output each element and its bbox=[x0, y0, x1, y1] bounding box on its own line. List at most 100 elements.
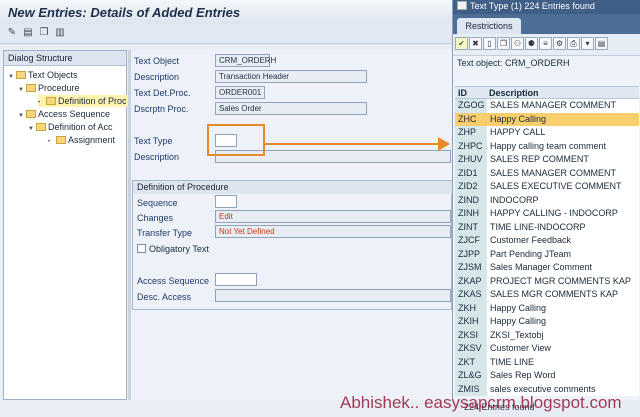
entries-list: ZGOG SALES MANAGER COMMENT ZHC Happy Callin… bbox=[455, 99, 639, 396]
folder-icon bbox=[46, 97, 56, 105]
list-item[interactable]: ZHC Happy Calling bbox=[455, 112, 639, 126]
entry-description: Sales Manager Comment bbox=[487, 261, 639, 275]
procedure-group-title: Definition of Procedure bbox=[133, 181, 453, 194]
list-item[interactable]: ZIND INDOCORP bbox=[455, 193, 639, 207]
tree-item-definition-of-acc[interactable]: ▼ Definition of Acc bbox=[28, 121, 113, 133]
tree-item-procedure[interactable]: ▼ Procedure bbox=[18, 82, 80, 94]
dialog-structure-tree: Dialog Structure ▼ Text Objects ▼ Procedur… bbox=[3, 50, 127, 400]
list-item[interactable]: ZL&G Sales Rep Word bbox=[455, 369, 639, 383]
obligatory-checkbox[interactable] bbox=[137, 244, 146, 253]
list-item[interactable]: ZJSM Sales Manager Comment bbox=[455, 261, 639, 275]
print-icon[interactable]: ⎙ bbox=[567, 37, 580, 50]
popup-title-bar: Text Type (1) 224 Entries found bbox=[453, 0, 640, 14]
list-item[interactable]: ZHPC Happy calling team comment bbox=[455, 139, 639, 153]
entry-id: ZKT bbox=[455, 355, 487, 369]
check-icon[interactable]: ✔ bbox=[455, 37, 468, 50]
entry-description: TIME LINE-INDOCORP bbox=[487, 220, 639, 234]
dscrptn-proc-label: Dscrptn Proc. bbox=[134, 104, 189, 114]
list-item[interactable]: ZID2 SALES EXECUTIVE COMMENT bbox=[455, 180, 639, 194]
entry-id: ZGOG bbox=[455, 99, 487, 113]
settings-icon[interactable]: ⚙ bbox=[553, 37, 566, 50]
transfer-type-label: Transfer Type bbox=[137, 228, 193, 238]
text-det-proc-label: Text Det.Proc. bbox=[134, 88, 191, 98]
main-toolbar: ✎ ▤ ❐ ▥ bbox=[0, 24, 452, 44]
entry-id: ZJSM bbox=[455, 261, 487, 275]
entry-description: SALES REP COMMENT bbox=[487, 153, 639, 167]
text-object-field: CRM_ORDERH bbox=[215, 54, 276, 67]
value-help-popup: Text Type (1) 224 Entries found Restrict… bbox=[452, 0, 640, 417]
entry-description: Happy calling team comment bbox=[487, 139, 639, 153]
entry-id: ZHC bbox=[455, 112, 487, 126]
changes-label: Changes bbox=[137, 213, 174, 223]
tree-item-assignment[interactable]: • Assignment bbox=[48, 134, 115, 146]
entry-description: Happy Calling bbox=[487, 112, 639, 126]
folder-icon bbox=[26, 110, 36, 118]
entry-id: ZJCF bbox=[455, 234, 487, 248]
list-item[interactable]: ZKIH Happy Calling bbox=[455, 315, 639, 329]
expand-icon[interactable]: ▼ bbox=[18, 84, 26, 96]
list-item[interactable]: ZKAS SALES MGR COMMENTS KAP bbox=[455, 288, 639, 302]
desc-access-field bbox=[215, 289, 451, 302]
changes-field[interactable]: Edit bbox=[215, 210, 451, 223]
entry-id: ZKH bbox=[455, 301, 487, 315]
copy-icon[interactable]: ❐ bbox=[497, 37, 510, 50]
entry-description: SALES EXECUTIVE COMMENT bbox=[487, 180, 639, 194]
list-item[interactable]: ZINH HAPPY CALLING - INDOCORP bbox=[455, 207, 639, 221]
list-header: ID Description bbox=[455, 86, 639, 99]
tree-item-definition-of-proc[interactable]: • Definition of Proc bbox=[38, 95, 127, 107]
sort-icon[interactable]: ≡ bbox=[539, 37, 552, 50]
save-icon[interactable]: ▤ bbox=[22, 27, 34, 39]
list-item[interactable]: ZHUV SALES REP COMMENT bbox=[455, 153, 639, 167]
tree-item-text-objects[interactable]: ▼ Text Objects bbox=[8, 69, 78, 81]
entry-id: ZHUV bbox=[455, 153, 487, 167]
document-icon[interactable]: ▯ bbox=[483, 37, 496, 50]
entry-id: ZKSI bbox=[455, 328, 487, 342]
list-item[interactable]: ZHP HAPPY CALL bbox=[455, 126, 639, 140]
export-icon[interactable]: ▤ bbox=[595, 37, 608, 50]
list-item[interactable]: ZKT TIME LINE bbox=[455, 355, 639, 369]
entry-description: ZKSI_Textobj bbox=[487, 328, 639, 342]
col-id-header[interactable]: ID bbox=[458, 88, 467, 98]
expand-icon[interactable]: ▼ bbox=[18, 110, 26, 122]
copy-icon[interactable]: ❐ bbox=[38, 27, 50, 39]
tree-item-access-sequence[interactable]: ▼ Access Sequence bbox=[18, 108, 110, 120]
entry-description: TIME LINE bbox=[487, 355, 639, 369]
entry-id: ZKAP bbox=[455, 274, 487, 288]
entry-id: ZINH bbox=[455, 207, 487, 221]
expand-icon[interactable]: ▼ bbox=[28, 123, 36, 135]
list-item[interactable]: ZID1 SALES MANAGER COMMENT bbox=[455, 166, 639, 180]
window-icon bbox=[457, 1, 467, 10]
sequence-input[interactable] bbox=[215, 195, 237, 208]
filter-icon[interactable]: ▾ bbox=[581, 37, 594, 50]
list-item[interactable]: ZKSI ZKSI_Textobj bbox=[455, 328, 639, 342]
col-description-header[interactable]: Description bbox=[489, 88, 539, 98]
tree-item-label: Procedure bbox=[38, 83, 80, 93]
find-next-icon[interactable]: ⚈ bbox=[525, 37, 538, 50]
tab-restrictions[interactable]: Restrictions bbox=[457, 18, 521, 34]
access-sequence-label: Access Sequence bbox=[137, 276, 210, 286]
list-item[interactable]: ZINT TIME LINE-INDOCORP bbox=[455, 220, 639, 234]
entry-description: Happy Calling bbox=[487, 315, 639, 329]
list-item[interactable]: ZKAP PROJECT MGR COMMENTS KAP bbox=[455, 274, 639, 288]
dscrptn-proc-field: Sales Order bbox=[215, 102, 367, 115]
tree-item-label: Definition of Acc bbox=[48, 122, 113, 132]
callout-arrow-head bbox=[438, 137, 450, 151]
tree-item-label: Access Sequence bbox=[38, 109, 111, 119]
entry-description: SALES MGR COMMENTS KAP bbox=[487, 288, 639, 302]
entry-id: ZL&G bbox=[455, 369, 487, 383]
binoculars-icon[interactable]: ⚇ bbox=[511, 37, 524, 50]
expand-icon[interactable]: ▼ bbox=[8, 71, 16, 83]
entry-id: ZHP bbox=[455, 126, 487, 140]
list-item[interactable]: ZKSV Customer View bbox=[455, 342, 639, 356]
cancel-icon[interactable]: ✖ bbox=[469, 37, 482, 50]
list-item[interactable]: ZJCF Customer Feedback bbox=[455, 234, 639, 248]
list-item[interactable]: ZGOG SALES MANAGER COMMENT bbox=[455, 99, 639, 113]
entry-id: ZKSV bbox=[455, 342, 487, 356]
list-item[interactable]: ZKH Happy Calling bbox=[455, 301, 639, 315]
info-icon[interactable]: ▥ bbox=[54, 27, 66, 39]
list-item[interactable]: ZJPP Part Pending JTeam bbox=[455, 247, 639, 261]
access-sequence-input[interactable] bbox=[215, 273, 257, 286]
entry-id: ZKIH bbox=[455, 315, 487, 329]
pen-icon[interactable]: ✎ bbox=[6, 27, 18, 39]
transfer-type-field[interactable]: Not Yet Defined bbox=[215, 225, 451, 238]
